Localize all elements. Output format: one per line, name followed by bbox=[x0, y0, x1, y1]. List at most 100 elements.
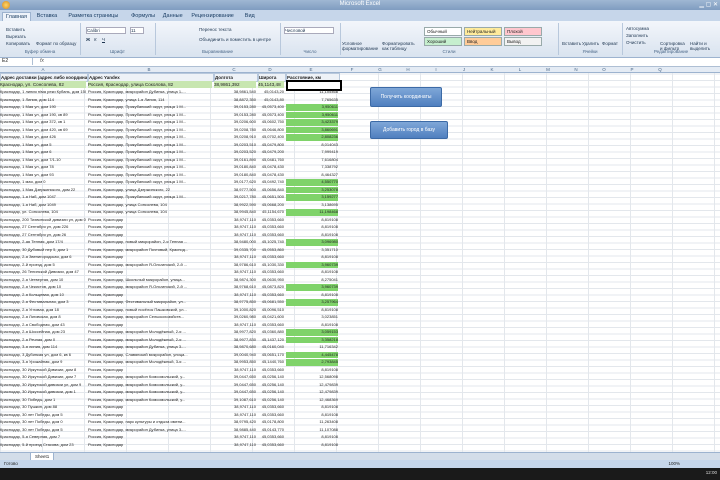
cell-longitude[interactable]: 39,0217,780 bbox=[214, 194, 256, 201]
table-row[interactable]: Краснодар, 5-я Северная, дом 7 Россия, Кр… bbox=[0, 434, 345, 441]
table-row[interactable]: Краснодар, 200 Тихвинской дивизии ул, до… bbox=[0, 217, 345, 224]
window-controls[interactable]: ▁ ▢ ✕ bbox=[699, 1, 718, 8]
column-header-P[interactable]: P bbox=[618, 67, 646, 72]
cell-address[interactable]: Краснодар, 3-я линия, дом 114 bbox=[0, 344, 86, 351]
cell-yandex[interactable]: Россия, Краснодар, парк культуры и отдых… bbox=[88, 419, 212, 426]
column-header-C[interactable]: C bbox=[212, 67, 256, 72]
cell-latitude[interactable]: 45,0668,200 bbox=[258, 202, 284, 209]
cell-distance[interactable]: 8,819108 bbox=[286, 404, 338, 411]
cell-longitude[interactable]: 38,9747,110 bbox=[214, 434, 256, 441]
cell-address[interactable]: Краснодар, 30 Иркутской Дивизии, дом 8 bbox=[0, 367, 86, 374]
cell-yandex[interactable]: Россия, Краснодар, микрорайон Дубинка, у… bbox=[88, 89, 212, 96]
style-cell[interactable]: Плохой bbox=[504, 27, 542, 36]
cell-yandex[interactable]: Россия, Краснодар bbox=[88, 254, 212, 261]
cell-distance[interactable]: 3,950611 bbox=[286, 104, 338, 111]
cell-address[interactable]: Краснодар, 30 Пушкин, дом 88 bbox=[0, 404, 86, 411]
cell-latitude[interactable]: 45,0256,140 bbox=[258, 397, 284, 404]
cell-distance[interactable]: 7,616804 bbox=[286, 157, 338, 164]
cell-distance[interactable]: 11,198468 bbox=[286, 209, 338, 216]
cell-longitude[interactable]: 39,0447,650 bbox=[214, 374, 256, 381]
cell-longitude[interactable]: 39,0335,700 bbox=[214, 247, 256, 254]
cell-distance[interactable]: 3,860691 bbox=[286, 126, 338, 133]
column-header-A[interactable]: A bbox=[0, 67, 86, 72]
cell-latitude[interactable]: 45,0573,400 bbox=[258, 112, 284, 119]
selected-longitude[interactable]: 38,9861,392 bbox=[214, 81, 256, 88]
cell-yandex[interactable]: Россия, Краснодар bbox=[88, 434, 212, 441]
paste-button[interactable]: Вставить bbox=[6, 27, 25, 32]
column-header-B[interactable]: B bbox=[86, 67, 212, 72]
cell-distance[interactable]: 3,423379 bbox=[286, 119, 338, 126]
cell-yandex[interactable]: Россия, Краснодар, Школьный микрорайон, … bbox=[88, 277, 212, 284]
cell-yandex[interactable]: Россия, Краснодар, Прикубанский округ, у… bbox=[88, 179, 212, 186]
tab-4[interactable]: Данные bbox=[160, 12, 186, 21]
table-row[interactable]: Краснодар, 30 лет Победы, дом 5 Россия, К… bbox=[0, 412, 345, 419]
table-row[interactable]: Краснодар, 1 Мая ул, дом 190 Россия, Крас… bbox=[0, 104, 345, 111]
cell-latitude[interactable]: 45,1437,120 bbox=[258, 337, 284, 344]
cell-yandex[interactable]: Россия, Краснодар bbox=[88, 224, 212, 231]
tab-3[interactable]: Формулы bbox=[128, 12, 158, 21]
cell-latitude[interactable]: 45,0681,550 bbox=[258, 299, 284, 306]
cell-latitude[interactable]: 45,0553,860 bbox=[258, 247, 284, 254]
cell-yandex[interactable]: Россия, Краснодар, микрорайон Молодёжный… bbox=[88, 337, 212, 344]
cell-longitude[interactable]: 39,0447,650 bbox=[214, 382, 256, 389]
column-header-O[interactable]: O bbox=[590, 67, 618, 72]
cell-address[interactable]: Краснодар, 26 Тенинской Дивизии, дом 47 bbox=[0, 269, 86, 276]
cell-address[interactable]: Краснодар, 1 Линия, дом 114 bbox=[0, 97, 86, 104]
cell-address[interactable]: Краснодар, 5-й проезд Стасова, дом 23 bbox=[0, 442, 86, 449]
cell-address[interactable]: Краснодар, 2-я Фестивальная, дом 3 bbox=[0, 299, 86, 306]
column-header-L[interactable]: L bbox=[506, 67, 534, 72]
cell-longitude[interactable]: 38,9747,110 bbox=[214, 442, 256, 449]
cell-distance[interactable]: 8,819108 bbox=[286, 292, 338, 299]
cell-distance[interactable]: 3,960739 bbox=[286, 284, 338, 291]
style-cell[interactable]: Обычный bbox=[424, 27, 462, 36]
selected-yandex[interactable]: Россия, Краснодар, улица Соколова, 82 bbox=[88, 81, 212, 88]
cell-distance[interactable]: 4,550770 bbox=[286, 179, 338, 186]
cell-address[interactable]: Краснодар, 2-я Угловая, дом 18 bbox=[0, 307, 86, 314]
cell-yandex[interactable]: Россия, Краснодар, микрорайон Комсомольс… bbox=[88, 397, 212, 404]
cell-address[interactable]: Краснодар, 30 лет Победы, дом 5 bbox=[0, 412, 86, 419]
cell-distance[interactable]: 8,464327 bbox=[286, 172, 338, 179]
cell-longitude[interactable]: 39,0203,520 bbox=[214, 149, 256, 156]
cell-yandex[interactable]: Россия, Краснодар, Фестивальный микрорай… bbox=[88, 299, 212, 306]
cell-address[interactable]: Краснодар, 2-я Речная, дом 0 bbox=[0, 337, 86, 344]
cell-distance[interactable]: 7,999419 bbox=[286, 149, 338, 156]
table-row[interactable]: Краснодар, 1 мая, дом 0 Россия, Краснодар… bbox=[0, 179, 345, 186]
cell-latitude[interactable]: 45,0353,660 bbox=[258, 269, 284, 276]
cell-address[interactable]: Краснодар, 30 Иркутской дивизии ул, дом … bbox=[0, 382, 86, 389]
cell-distance[interactable]: 3,138695 bbox=[286, 202, 338, 209]
cell-distance[interactable]: 3,096980 bbox=[286, 239, 338, 246]
table-row[interactable]: Краснодар, 1 Мая Дзержинского, дом 22 Рос… bbox=[0, 186, 345, 193]
table-row[interactable]: Краснодар, 2-я Четвертая, дом 10 Россия, … bbox=[0, 277, 345, 284]
table-row[interactable]: Краснодар, 1-я Наб, дом 1049 Россия, Крас… bbox=[0, 202, 345, 209]
zoom-level[interactable]: 100% bbox=[668, 460, 680, 468]
cell-latitude[interactable]: 45,0478,430 bbox=[258, 172, 284, 179]
table-row[interactable]: Краснодар, 2-я Лиговская, дом 8 Россия, К… bbox=[0, 314, 345, 321]
cell-latitude[interactable]: 45,0353,660 bbox=[258, 434, 284, 441]
cell-latitude[interactable]: 45,0353,660 bbox=[258, 404, 284, 411]
cell-yandex[interactable]: Россия, Краснодар, Прикубанский округ, у… bbox=[88, 112, 212, 119]
column-header-H[interactable]: H bbox=[394, 67, 422, 72]
cell-distance[interactable]: 3,950611 bbox=[286, 111, 338, 118]
cell-distance[interactable]: 11,105468 bbox=[286, 89, 338, 96]
fill-button[interactable]: Заполнить bbox=[626, 33, 648, 38]
cell-latitude[interactable]: 45,0096,510 bbox=[258, 307, 284, 314]
cell-longitude[interactable]: 39,0153,280 bbox=[214, 112, 256, 119]
cell-latitude[interactable]: 45,1030,330 bbox=[258, 262, 284, 269]
cell-longitude[interactable]: 39,0177,620 bbox=[214, 179, 256, 186]
cell-longitude[interactable]: 39,0203,510 bbox=[214, 142, 256, 149]
column-header-J[interactable]: J bbox=[450, 67, 478, 72]
table-row[interactable]: Краснодар, 1 Мая ул, дом 7/1-10 Россия, К… bbox=[0, 157, 345, 164]
cell-longitude[interactable]: 38,9747,110 bbox=[214, 404, 256, 411]
cell-address[interactable]: Краснодар, 1 мая, дом 0 bbox=[0, 179, 86, 186]
cell-address[interactable]: Краснодар, 1 Мая ул, дом 426 bbox=[0, 134, 86, 141]
table-row[interactable]: Краснодар, 1 Мая ул, дом 78 Россия, Красн… bbox=[0, 164, 345, 171]
cell-longitude[interactable]: 38,9795,420 bbox=[214, 419, 256, 426]
cell-distance[interactable]: 3,960739 bbox=[286, 261, 338, 268]
cell-latitude[interactable]: 45,0353,660 bbox=[258, 254, 284, 261]
cell-address[interactable]: Краснодар, 2-я Четвертая, дом 10 bbox=[0, 277, 86, 284]
cell-longitude[interactable]: 38,9747,110 bbox=[214, 232, 256, 239]
cell-address[interactable]: Краснодар, 2-й проезд, дом 5 bbox=[0, 262, 86, 269]
table-row[interactable]: Краснодар, 2-ая Тенная, дом 17/4 Россия, … bbox=[0, 239, 345, 246]
cell-latitude[interactable]: 45,0602,750 bbox=[258, 119, 284, 126]
cell-distance[interactable]: 11,716342 bbox=[286, 344, 338, 351]
